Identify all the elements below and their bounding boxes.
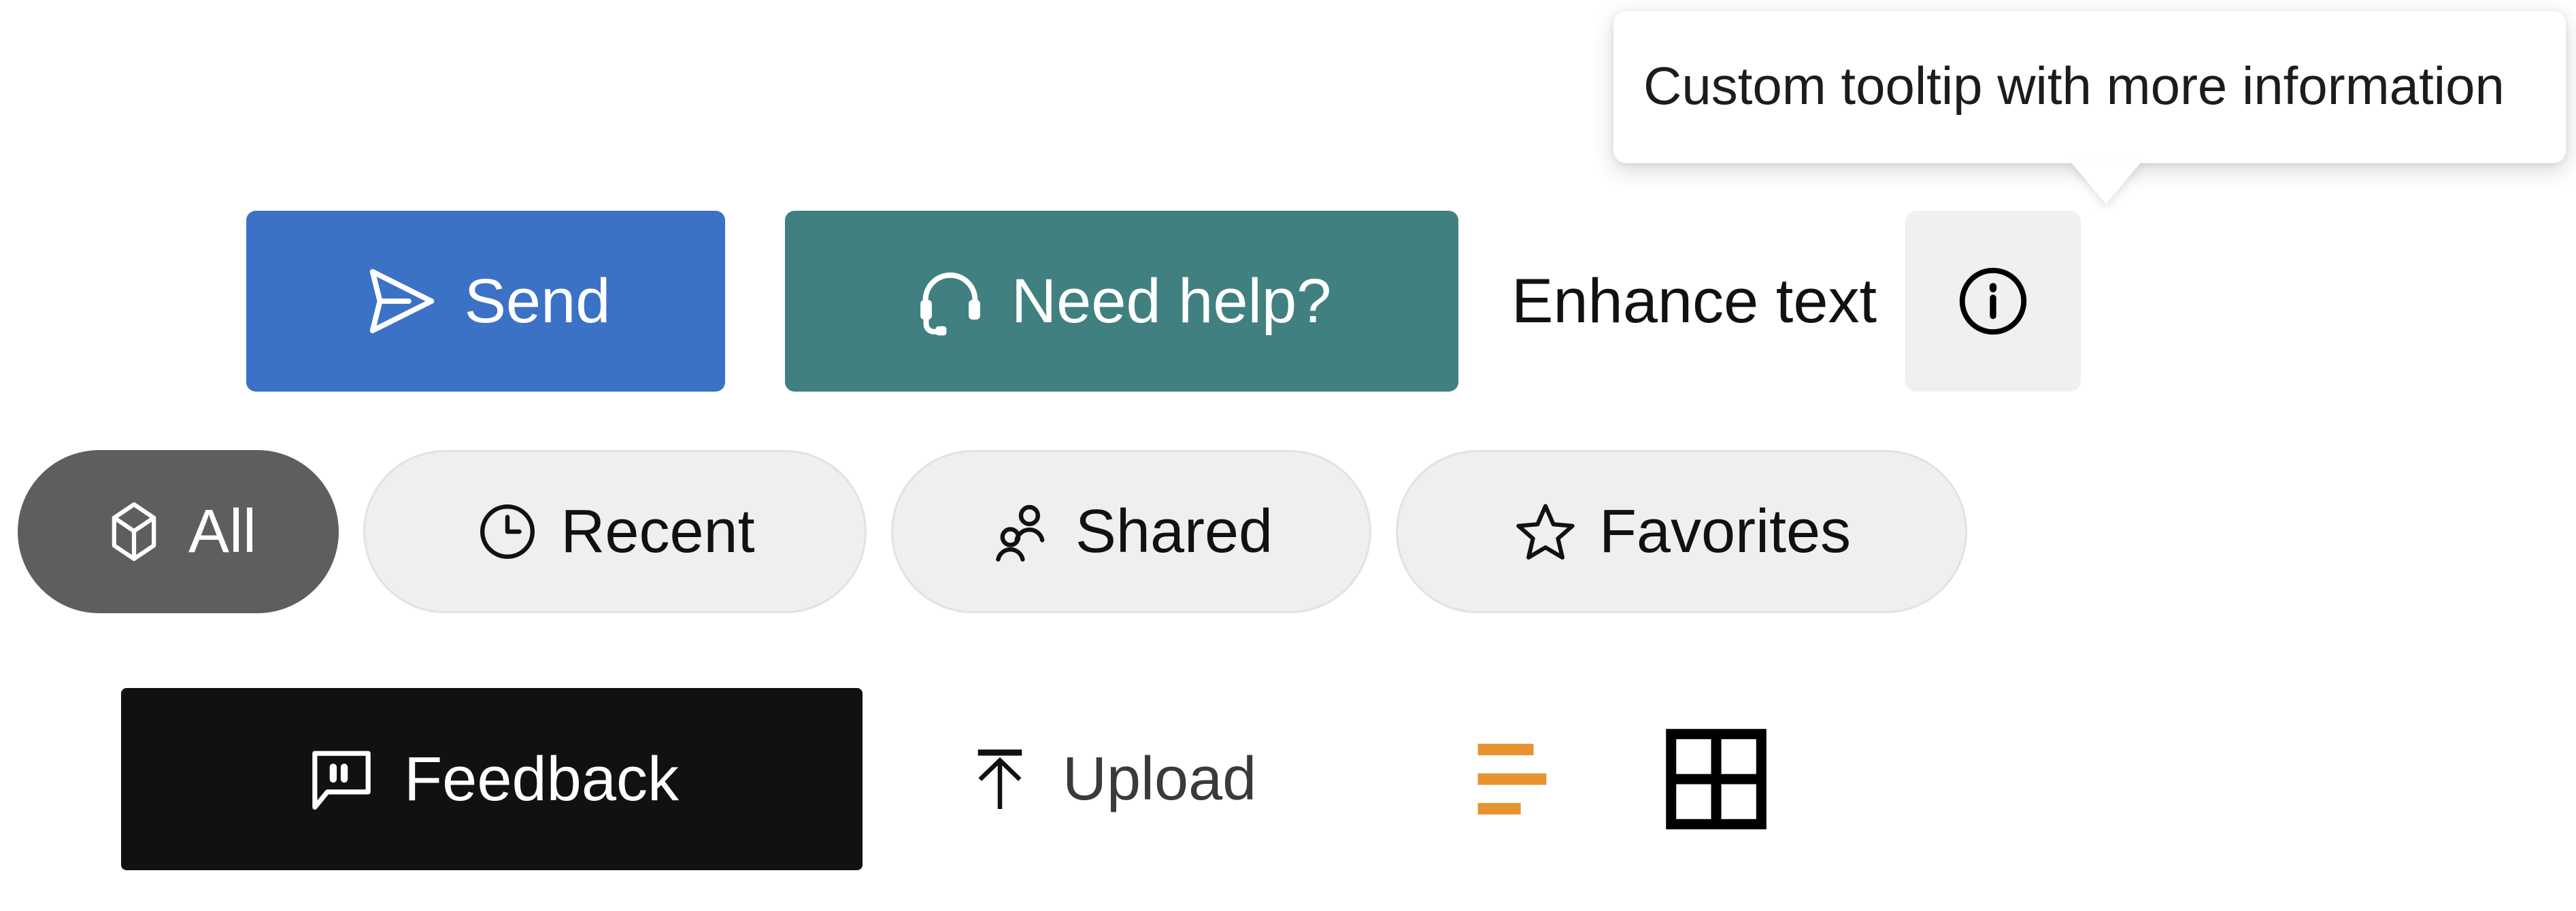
info-circle-icon (1953, 261, 2033, 341)
send-icon (361, 261, 441, 341)
upload-button[interactable]: Upload (965, 744, 1256, 814)
filter-pill-shared-label: Shared (1075, 498, 1273, 566)
headset-icon (912, 263, 988, 339)
enhance-text-label: Enhance text (1511, 267, 1877, 336)
need-help-button[interactable]: Need help? (785, 211, 1458, 392)
primary-action-row: Send Need help? Enhance text (0, 209, 2081, 393)
filter-pill-favorites-label: Favorites (1599, 498, 1852, 566)
info-button[interactable] (1905, 211, 2081, 392)
filter-pill-recent-label: Recent (561, 498, 755, 566)
tooltip-bubble: Custom tooltip with more information (1613, 11, 2566, 163)
star-icon (1512, 498, 1579, 565)
clock-icon (475, 499, 540, 564)
upload-arrow-icon (965, 744, 1035, 814)
filter-pill-favorites[interactable]: Favorites (1396, 450, 1967, 613)
grid-view-icon (1660, 723, 1772, 835)
feedback-button-label: Feedback (403, 744, 680, 814)
upload-button-label: Upload (1063, 745, 1257, 813)
filter-pill-all[interactable]: All (18, 450, 339, 613)
filter-pill-row: All Recent Shared Favorites (0, 449, 1967, 615)
list-view-icon (1467, 726, 1573, 832)
cube-icon (100, 498, 168, 566)
control-showcase-canvas: Custom tooltip with more information Sen… (0, 0, 2576, 911)
filter-pill-recent[interactable]: Recent (363, 450, 867, 613)
comment-quote-icon (305, 742, 378, 816)
feedback-button[interactable]: Feedback (121, 688, 863, 870)
tooltip-text: Custom tooltip with more information (1643, 56, 2505, 116)
tooltip-arrow-icon (2071, 162, 2141, 204)
filter-pill-shared[interactable]: Shared (891, 450, 1371, 613)
tooltip-container: Custom tooltip with more information (1613, 11, 2566, 204)
filter-pill-all-label: All (188, 498, 257, 566)
list-view-toggle[interactable] (1467, 726, 1573, 832)
send-button-label: Send (464, 267, 611, 336)
utility-row: Feedback Upload (0, 688, 1772, 870)
grid-view-toggle[interactable] (1660, 723, 1772, 835)
need-help-button-label: Need help? (1011, 267, 1332, 336)
people-icon (990, 499, 1055, 564)
send-button[interactable]: Send (246, 211, 725, 392)
